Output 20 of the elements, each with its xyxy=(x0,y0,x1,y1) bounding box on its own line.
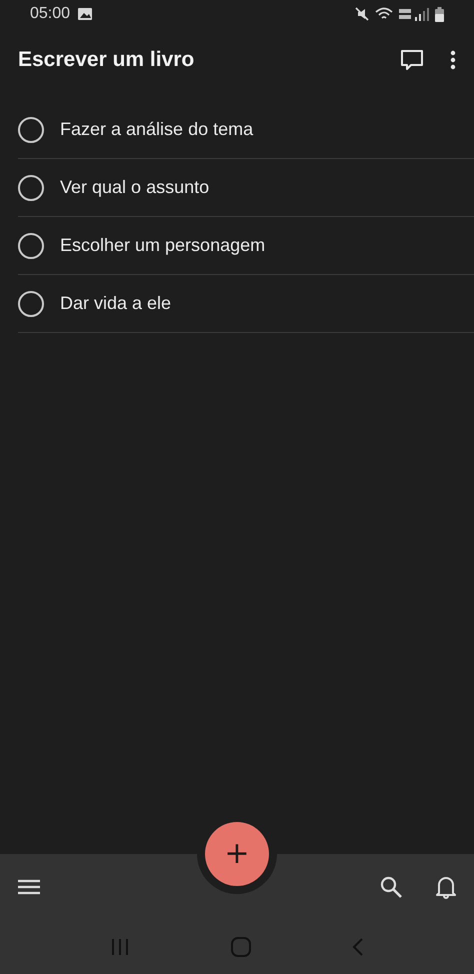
wifi-icon xyxy=(375,7,393,21)
task-text: Escolher um personagem xyxy=(60,235,266,256)
battery-icon xyxy=(435,6,444,22)
task-text: Ver qual o assunto xyxy=(60,177,210,198)
comment-icon[interactable] xyxy=(400,49,424,71)
image-icon xyxy=(78,8,92,20)
mute-icon xyxy=(355,7,369,21)
page-title: Escrever um livro xyxy=(18,48,194,72)
task-text: Dar vida a ele xyxy=(60,293,172,314)
search-icon[interactable] xyxy=(380,876,402,898)
status-time: 05:00 xyxy=(30,5,70,23)
signal-icon xyxy=(399,7,429,21)
more-options-icon[interactable] xyxy=(450,50,456,70)
bell-icon[interactable] xyxy=(436,875,456,899)
task-checkbox[interactable] xyxy=(18,116,44,142)
menu-icon[interactable] xyxy=(18,879,40,895)
task-checkbox[interactable] xyxy=(18,290,44,316)
task-text: Fazer a análise do tema xyxy=(60,119,254,140)
task-checkbox[interactable] xyxy=(18,174,44,200)
task-checkbox[interactable] xyxy=(18,232,44,258)
